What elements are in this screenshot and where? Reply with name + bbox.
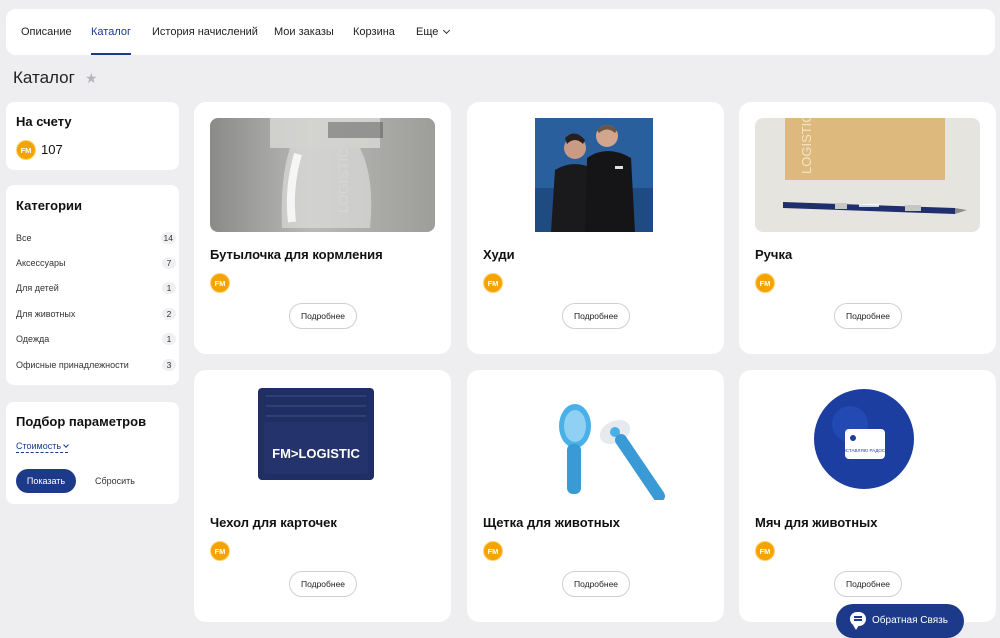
fm-coin-icon: FM [483, 273, 503, 293]
fm-coin-icon: FM [210, 541, 230, 561]
bottle-logo-text: LOGISTIC [335, 148, 351, 213]
product-card: FM>LOGISTIC Чехол для карточек FM Подроб… [194, 370, 451, 622]
category-count: 2 [162, 308, 176, 320]
product-card: ДОСТАВЛЯЮ РАДОСТЬ Мяч для животных FM По… [739, 370, 996, 622]
product-name: Бутылочка для кормления [210, 247, 383, 262]
ball-illustration: ДОСТАВЛЯЮ РАДОСТЬ [814, 389, 914, 489]
feedback-button[interactable]: Обратная Связь [836, 604, 964, 638]
product-name: Щетка для животных [483, 515, 620, 530]
category-label: Все [16, 233, 32, 243]
bottle-illustration: LOGISTIC [270, 118, 383, 228]
product-card: Щетка для животных FM Подробнее [467, 370, 724, 622]
product-image-brush[interactable] [483, 386, 708, 500]
star-icon[interactable]: ★ [85, 70, 98, 87]
tab-more[interactable]: Еще [416, 9, 451, 55]
ball-logo-text: ДОСТАВЛЯЮ РАДОСТЬ [839, 448, 890, 453]
product-name: Худи [483, 247, 515, 262]
feedback-label: Обратная Связь [872, 615, 948, 626]
category-all[interactable]: Все 14 [16, 230, 176, 246]
details-button[interactable]: Подробнее [289, 303, 357, 329]
category-label: Одежда [16, 334, 50, 344]
product-name: Чехол для карточек [210, 515, 337, 530]
pen-illustration: LOGISTIC [783, 118, 967, 214]
fm-coin-icon: FM [755, 273, 775, 293]
balance-title: На счету [16, 114, 72, 129]
product-card: Худи FM Подробнее [467, 102, 724, 354]
categories-panel: Категории Все 14 Аксессуары 7 Для детей 1 Д… [6, 185, 179, 385]
category-office[interactable]: Офисные принадлежности 3 [16, 357, 176, 373]
category-count: 1 [162, 333, 176, 345]
categories-title: Категории [16, 198, 83, 213]
tab-my-orders[interactable]: Мои заказы [274, 9, 334, 55]
category-label: Для детей [16, 283, 59, 293]
chat-icon [850, 612, 866, 630]
category-clothing[interactable]: Одежда 1 [16, 331, 176, 347]
page-title: Каталог [13, 68, 75, 87]
details-button[interactable]: Подробнее [562, 571, 630, 597]
fm-coin-icon: FM [755, 541, 775, 561]
category-accessories[interactable]: Аксессуары 7 [16, 255, 176, 271]
category-count: 14 [160, 232, 176, 244]
category-count: 7 [162, 257, 176, 269]
cost-filter-label: Стоимость [16, 441, 62, 451]
details-button[interactable]: Подробнее [834, 571, 902, 597]
details-button[interactable]: Подробнее [834, 303, 902, 329]
tab-more-label: Еще [416, 26, 439, 38]
category-count: 1 [162, 282, 176, 294]
fm-coin-icon: FM [210, 273, 230, 293]
product-card: LOGISTIC Ручка FM Подробнее [739, 102, 996, 354]
reset-button[interactable]: Сбросить [90, 469, 140, 493]
product-name: Мяч для животных [755, 515, 878, 530]
category-count: 3 [162, 359, 176, 371]
balance-panel: На счету FM 107 [6, 102, 179, 170]
fm-coin-icon: FM [16, 140, 36, 160]
cost-filter-toggle[interactable]: Стоимость [16, 440, 69, 453]
pen-logo-text: LOGISTIC [799, 118, 814, 174]
filters-title: Подбор параметров [16, 414, 147, 429]
cardholder-illustration: FM>LOGISTIC [258, 388, 374, 480]
top-navigation: Описание Каталог История начислений Мои … [6, 9, 995, 55]
fm-coin-icon: FM [483, 541, 503, 561]
chevron-down-icon [63, 442, 69, 448]
category-kids[interactable]: Для детей 1 [16, 280, 176, 296]
product-image-hoodie[interactable] [535, 118, 653, 232]
balance-amount: 107 [41, 142, 63, 157]
chevron-down-icon [443, 26, 451, 35]
product-card: LOGISTIC Бутылочка для кормления FM Подр… [194, 102, 451, 354]
hoodie-illustration [535, 118, 653, 232]
tab-catalog[interactable]: Каталог [91, 9, 131, 55]
category-label: Для животных [16, 309, 76, 319]
tab-accrual-history[interactable]: История начислений [152, 9, 258, 55]
category-pets[interactable]: Для животных 2 [16, 306, 176, 322]
show-button[interactable]: Показать [16, 469, 76, 493]
tab-description[interactable]: Описание [21, 9, 72, 55]
product-image-ball[interactable]: ДОСТАВЛЯЮ РАДОСТЬ [755, 386, 980, 500]
brush-illustration [559, 404, 665, 500]
category-label: Офисные принадлежности [16, 360, 129, 370]
product-name: Ручка [755, 247, 793, 262]
category-label: Аксессуары [16, 258, 66, 268]
product-image-pen[interactable]: LOGISTIC [755, 118, 980, 232]
filters-panel: Подбор параметров Стоимость Показать Сбр… [6, 402, 179, 504]
cardholder-logo-text: FM>LOGISTIC [272, 446, 360, 461]
details-button[interactable]: Подробнее [562, 303, 630, 329]
tab-cart[interactable]: Корзина [353, 9, 395, 55]
product-image-bottle[interactable]: LOGISTIC [210, 118, 435, 232]
details-button[interactable]: Подробнее [289, 571, 357, 597]
product-image-cardholder[interactable]: FM>LOGISTIC [210, 386, 435, 500]
